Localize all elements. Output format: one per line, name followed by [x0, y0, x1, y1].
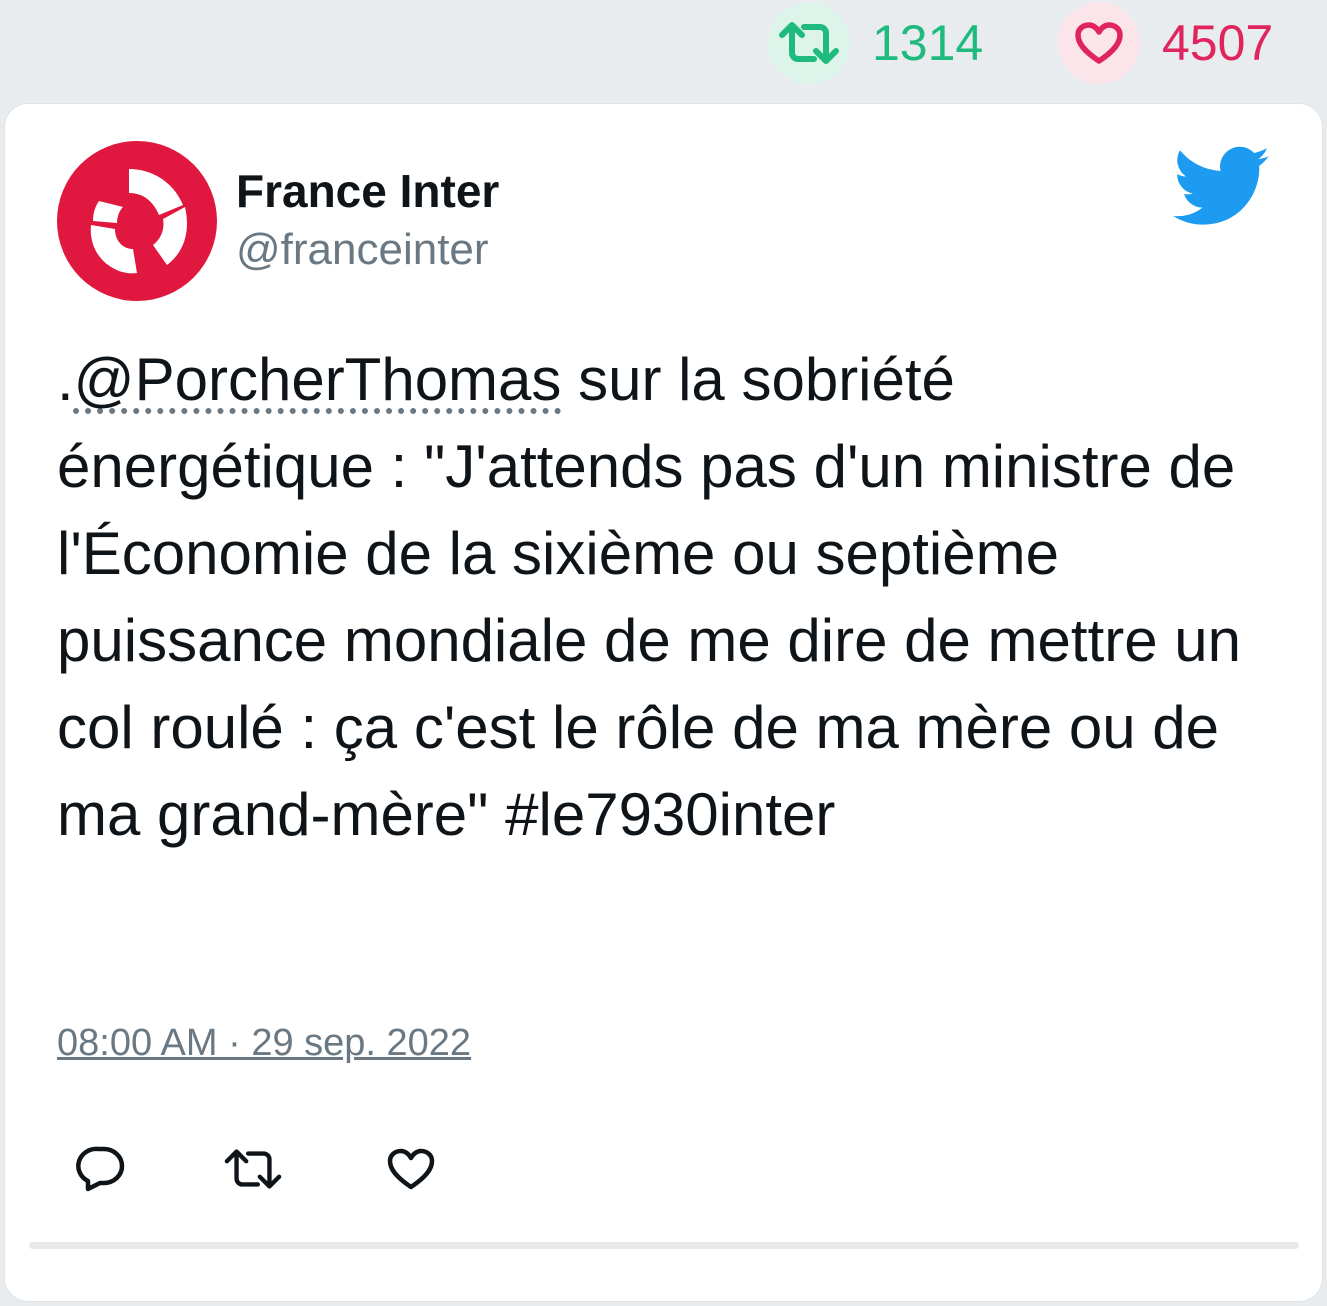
author-handle[interactable]: @franceinter: [236, 225, 489, 275]
retweet-stat[interactable]: 1314: [768, 2, 983, 84]
like-count: 4507: [1162, 15, 1274, 71]
tweet-text: .@PorcherThomas sur la sobriété énergéti…: [57, 336, 1287, 858]
twitter-bird-icon[interactable]: [1173, 146, 1271, 228]
mention-link[interactable]: @PorcherThomas: [74, 346, 562, 413]
tweet-card: France Inter @franceinter .@PorcherThoma…: [4, 103, 1323, 1302]
author-name[interactable]: France Inter: [236, 164, 499, 218]
avatar[interactable]: [57, 141, 217, 301]
heart-icon: [1058, 2, 1140, 84]
tweet-text-prefix: .: [57, 346, 74, 413]
retweet-count: 1314: [872, 15, 984, 71]
like-action-icon[interactable]: [381, 1139, 441, 1199]
tweet-timestamp[interactable]: 08:00 AM · 29 sep. 2022: [57, 1022, 471, 1065]
retweet-action-icon[interactable]: [223, 1139, 283, 1199]
reply-icon[interactable]: [71, 1139, 131, 1199]
like-stat[interactable]: 4507: [1058, 2, 1273, 84]
divider: [29, 1242, 1299, 1249]
tweet-text-body: sur la sobriété énergétique : "J'attends…: [57, 346, 1242, 848]
retweet-icon: [768, 2, 850, 84]
engagement-bar: 1314 4507: [0, 0, 1327, 100]
action-bar: [71, 1139, 471, 1199]
